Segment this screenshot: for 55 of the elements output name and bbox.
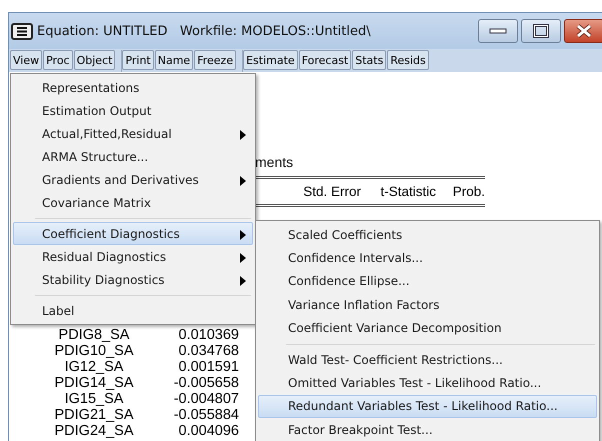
- table-cell-text: IG12_SA: [64, 359, 124, 375]
- toolbar-button[interactable]: Freeze: [194, 50, 236, 70]
- table-cell-text: 0.004096: [178, 423, 239, 439]
- menu-item[interactable]: Label: [13, 299, 253, 322]
- minimize-button[interactable]: [478, 19, 518, 43]
- table-cell-text: 0.034768: [178, 343, 239, 359]
- menu-item[interactable]: Covariance Matrix: [13, 191, 253, 214]
- output-heading: ments: [255, 154, 294, 170]
- menu-item[interactable]: Confidence Intervals...: [258, 246, 597, 270]
- table-cell-text: PDIG14_SA: [54, 375, 134, 391]
- window-title: Equation: UNTITLED Workfile: MODELOS::Untitled\: [37, 24, 372, 38]
- toolbar-button[interactable]: Estimate: [243, 50, 298, 70]
- maximize-button[interactable]: [521, 19, 561, 43]
- menu-item[interactable]: Redundant Variables Test - Likelihood Ratio...: [258, 394, 597, 418]
- table-cell-text: -0.055884: [172, 407, 239, 423]
- toolbar-button[interactable]: Forecast: [298, 50, 352, 70]
- menu-item[interactable]: Actual,Fitted,Residual: [13, 122, 253, 145]
- menu-item[interactable]: Coefficient Variance Decomposition: [258, 316, 597, 340]
- menu-item[interactable]: Estimation Output: [13, 99, 253, 122]
- column-header: Std. Error: [302, 184, 361, 199]
- table-cell-text: -0.005658: [172, 375, 239, 391]
- menu-item[interactable]: ARMA Structure...: [13, 145, 253, 168]
- maximize-icon: [533, 24, 549, 38]
- menu-item[interactable]: Confidence Ellipse...: [258, 270, 597, 294]
- toolbar-button[interactable]: Print: [122, 50, 154, 70]
- menu-item[interactable]: Gradients and Derivatives: [13, 168, 253, 191]
- menu-item[interactable]: Factor Breakpoint Test...: [258, 418, 597, 441]
- menu-item[interactable]: Residual Diagnostics: [13, 245, 253, 268]
- close-icon: [575, 24, 593, 38]
- table-cell-text: -0.004807: [172, 391, 239, 407]
- menu-item[interactable]: Coefficient Diagnostics: [13, 222, 253, 245]
- table-cell-text: 0.010369: [178, 327, 239, 343]
- toolbar-button[interactable]: Name: [154, 50, 194, 70]
- menu-icon[interactable]: [11, 22, 33, 40]
- table-cell-text: PDIG21_SA: [54, 407, 134, 423]
- toolbar-button[interactable]: Resids: [387, 50, 429, 70]
- menu-item[interactable]: Wald Test- Coefficient Restrictions...: [258, 348, 597, 372]
- table-cell-text: PDIG24_SA: [54, 423, 134, 439]
- toolbar-button[interactable]: Stats: [352, 50, 386, 70]
- toolbar-button[interactable]: Object: [74, 50, 116, 70]
- table-cell-text: PDIG8_SA: [58, 327, 130, 343]
- toolbar-button[interactable]: Proc: [43, 50, 73, 70]
- menu-item[interactable]: Representations: [13, 76, 253, 99]
- menu-item[interactable]: Variance Inflation Factors: [258, 293, 597, 317]
- table-cell-text: PDIG10_SA: [54, 343, 134, 359]
- column-header: t-Statistic: [379, 184, 436, 199]
- minimize-icon: [489, 27, 507, 35]
- close-button[interactable]: [564, 19, 602, 43]
- menu-item[interactable]: Omitted Variables Test - Likelihood Ratio...: [258, 371, 597, 395]
- menu-item[interactable]: Stability Diagnostics: [13, 268, 253, 291]
- toolbar-button[interactable]: View: [10, 50, 42, 70]
- table-cell-text: 0.001591: [178, 359, 239, 375]
- table-cell-text: IG15_SA: [64, 391, 124, 407]
- menu-item[interactable]: Scaled Coefficients: [258, 223, 597, 246]
- column-header: Prob.: [452, 184, 485, 199]
